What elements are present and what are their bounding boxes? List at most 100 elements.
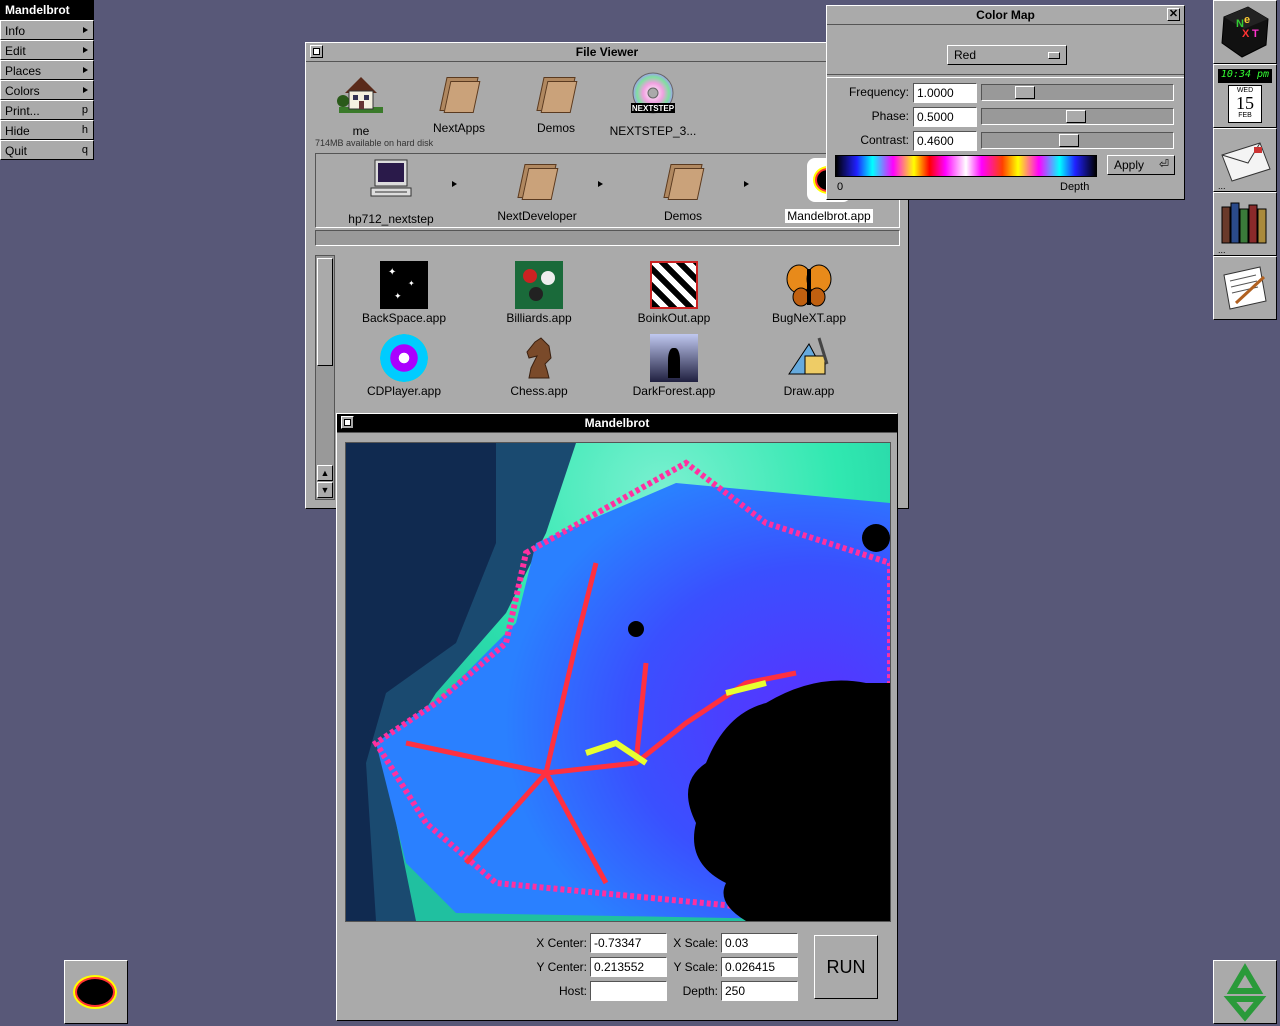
mandelbrot-window: Mandelbrot X Center: -0.73347 Y Center: [336,413,898,1021]
miniaturize-button[interactable] [341,416,354,429]
file-viewer-titlebar[interactable]: File Viewer [306,43,908,62]
fractal-view[interactable] [345,442,891,922]
submenu-arrow-icon [83,47,88,53]
miniaturize-button[interactable] [310,45,323,58]
dock-tile-librarian[interactable]: ... [1213,192,1277,256]
dock-tile-workspace[interactable]: N e X T [1213,0,1277,64]
shelf-item-demos[interactable]: Demos [501,71,611,135]
x-scale-field[interactable]: 0.03 [721,933,798,953]
frequency-slider[interactable] [981,84,1174,101]
x-center-label: X Center: [536,936,587,950]
host-field[interactable] [590,981,667,1001]
y-scale-field[interactable]: 0.026415 [721,957,798,977]
app-icon-mandelbrot[interactable] [64,960,128,1024]
y-center-label: Y Center: [536,960,587,974]
dock-ellipsis-icon: ... [1218,181,1226,191]
menu-item-quit[interactable]: Quit q [0,140,94,160]
app-item-bugnext[interactable]: BugNeXT.app [749,261,869,325]
slider-knob[interactable] [1015,86,1035,99]
scroll-down-icon[interactable]: ▼ [317,482,333,498]
channel-popup-value: Red [954,48,977,62]
draw-icon [788,337,829,375]
folder-icon [663,158,705,200]
path-item-label: hp712_nextstep [348,212,434,226]
path-item-label: Demos [663,209,702,223]
depth-field[interactable]: 250 [721,981,798,1001]
app-item-backspace[interactable]: ✦ ✦ ✦ BackSpace.app [344,261,464,325]
contrast-label: Contrast: [860,133,909,147]
menu-item-hide[interactable]: Hide h [0,120,94,140]
menu-shortcut-key: p [81,104,88,116]
app-item-chess[interactable]: Chess.app [479,334,599,398]
browser-scrollbar[interactable] [315,230,900,246]
apply-button[interactable]: Apply ⏎ [1107,155,1175,175]
menu-item-print[interactable]: Print... p [0,100,94,120]
path-item-nextdeveloper[interactable]: NextDeveloper [482,158,592,223]
svg-text:e: e [1244,14,1250,26]
phase-field[interactable]: 0.5000 [913,107,977,127]
darkforest-icon [650,334,698,382]
dock-tile-clock[interactable]: 10:34 pm WED 15 FEB [1213,64,1277,128]
browser-path-area: hp712_nextstep NextDeveloper Demos Mande… [315,153,900,228]
path-item-demos[interactable]: Demos [628,158,738,223]
clock-month: FEB [1238,112,1252,119]
app-label: Draw.app [783,384,835,398]
submenu-arrow-icon [83,27,88,33]
frequency-field[interactable]: 1.0000 [913,83,977,103]
shelf-item-nextapps[interactable]: NextApps [404,71,514,135]
miniaturize-icon [313,48,320,55]
path-item-computer[interactable]: hp712_nextstep [336,158,446,226]
return-key-icon: ⏎ [1158,157,1169,171]
shelf-item-label: me [352,124,370,138]
contrast-field[interactable]: 0.4600 [913,131,977,151]
fractal-minibrot [862,524,890,552]
path-arrow-icon [598,181,603,187]
phase-slider[interactable] [981,108,1174,125]
fractal-minibrot [628,621,644,637]
next-cube-icon: N e X T [1221,6,1269,58]
app-item-darkforest[interactable]: DarkForest.app [614,334,734,398]
mandelbrot-titlebar[interactable]: Mandelbrot [337,414,897,433]
apply-button-label: Apply [1114,158,1145,172]
shelf-item-me[interactable]: me [306,71,416,138]
dock-tile-mail[interactable]: ... [1213,128,1277,192]
chess-knight-icon [526,337,552,379]
x-center-field[interactable]: -0.73347 [590,933,667,953]
slider-knob[interactable] [1059,134,1079,147]
close-button[interactable]: ✕ [1167,8,1180,21]
slider-knob[interactable] [1066,110,1086,123]
y-center-field[interactable]: 0.213552 [590,957,667,977]
app-label: BoinkOut.app [637,311,711,325]
scroll-knob[interactable] [317,258,333,366]
path-arrow-icon [452,181,457,187]
menu-item-colors[interactable]: Colors [0,80,94,100]
contrast-slider[interactable] [981,132,1174,149]
color-map-titlebar[interactable]: Color Map ✕ [827,6,1184,25]
menu-item-label: Hide [5,124,30,138]
dock-tile-edit[interactable] [1213,256,1277,320]
app-item-boinkout[interactable]: BoinkOut.app [614,261,734,325]
scroll-up-icon[interactable]: ▲ [317,465,333,481]
run-button[interactable]: RUN [814,935,878,999]
app-item-billiards[interactable]: Billiards.app [479,261,599,325]
app-item-draw[interactable]: Draw.app [749,334,869,398]
shelf-item-label: NEXTSTEP_3... [609,124,697,138]
panel-title: Color Map [976,8,1035,22]
calendar-page: WED 15 FEB [1228,85,1262,123]
menu-item-info[interactable]: Info [0,20,94,40]
path-arrow-icon [744,181,749,187]
menu-item-edit[interactable]: Edit [0,40,94,60]
app-list-scroller[interactable]: ▲ ▼ [315,255,335,500]
ramp-depth-label: Depth [1060,181,1090,193]
popup-indicator-icon [1048,52,1060,59]
shelf-item-nextstep-cd[interactable]: NEXTSTEP NEXTSTEP_3... [598,71,708,138]
menu-item-places[interactable]: Places [0,60,94,80]
miniaturize-icon [344,419,351,426]
app-label: BugNeXT.app [771,311,847,325]
butterfly-icon [786,264,832,307]
cdplayer-icon [380,334,428,382]
ramp-min-label: 0 [837,181,844,193]
dock-tile-recycler[interactable] [1213,960,1277,1024]
app-item-cdplayer[interactable]: CDPlayer.app [344,334,464,398]
channel-popup[interactable]: Red [947,45,1067,65]
